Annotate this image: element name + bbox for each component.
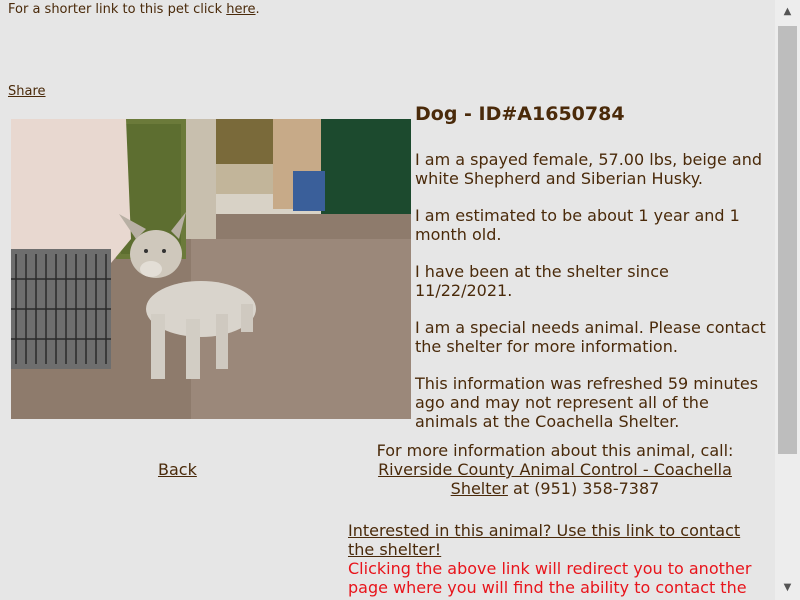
pet-age: I am estimated to be about 1 year and 1 … (415, 206, 740, 244)
pet-refresh-note: This information was refreshed 59 minute… (415, 374, 759, 431)
interest-section: Interested in this animal? Use this link… (348, 521, 763, 600)
dog-photo-illustration (11, 119, 411, 419)
pet-special-needs: I am a special needs animal. Please cont… (415, 318, 766, 356)
back-link[interactable]: Back (158, 460, 197, 479)
contact-intro: For more information about this animal, … (376, 441, 734, 460)
pet-intake-date: I have been at the shelter since 11/22/2… (415, 262, 669, 300)
share-link[interactable]: Share (8, 84, 46, 99)
pet-title: Dog - ID#A1650784 (415, 103, 625, 125)
vertical-scrollbar[interactable]: ▲ ▼ (775, 0, 800, 600)
redirect-warning: Clicking the above link will redirect yo… (348, 559, 752, 600)
contact-info: For more information about this animal, … (365, 441, 745, 498)
scroll-down-arrow-icon[interactable]: ▼ (775, 576, 800, 600)
short-link-period: . (255, 2, 260, 17)
pet-photo (11, 119, 411, 419)
short-link-note: For a shorter link to this pet click her… (8, 2, 260, 17)
pet-description: I am a spayed female, 57.00 lbs, beige a… (415, 150, 762, 188)
contact-shelter-link[interactable]: Interested in this animal? Use this link… (348, 521, 740, 559)
shelter-phone: at (951) 358-7387 (507, 479, 660, 498)
page-content: For a shorter link to this pet click her… (0, 0, 775, 600)
short-link-here[interactable]: here (226, 2, 255, 17)
short-link-text: For a shorter link to this pet click (8, 2, 227, 17)
scroll-up-arrow-icon[interactable]: ▲ (775, 0, 800, 24)
scroll-thumb[interactable] (778, 26, 797, 454)
pet-info: I am a spayed female, 57.00 lbs, beige a… (415, 150, 770, 449)
